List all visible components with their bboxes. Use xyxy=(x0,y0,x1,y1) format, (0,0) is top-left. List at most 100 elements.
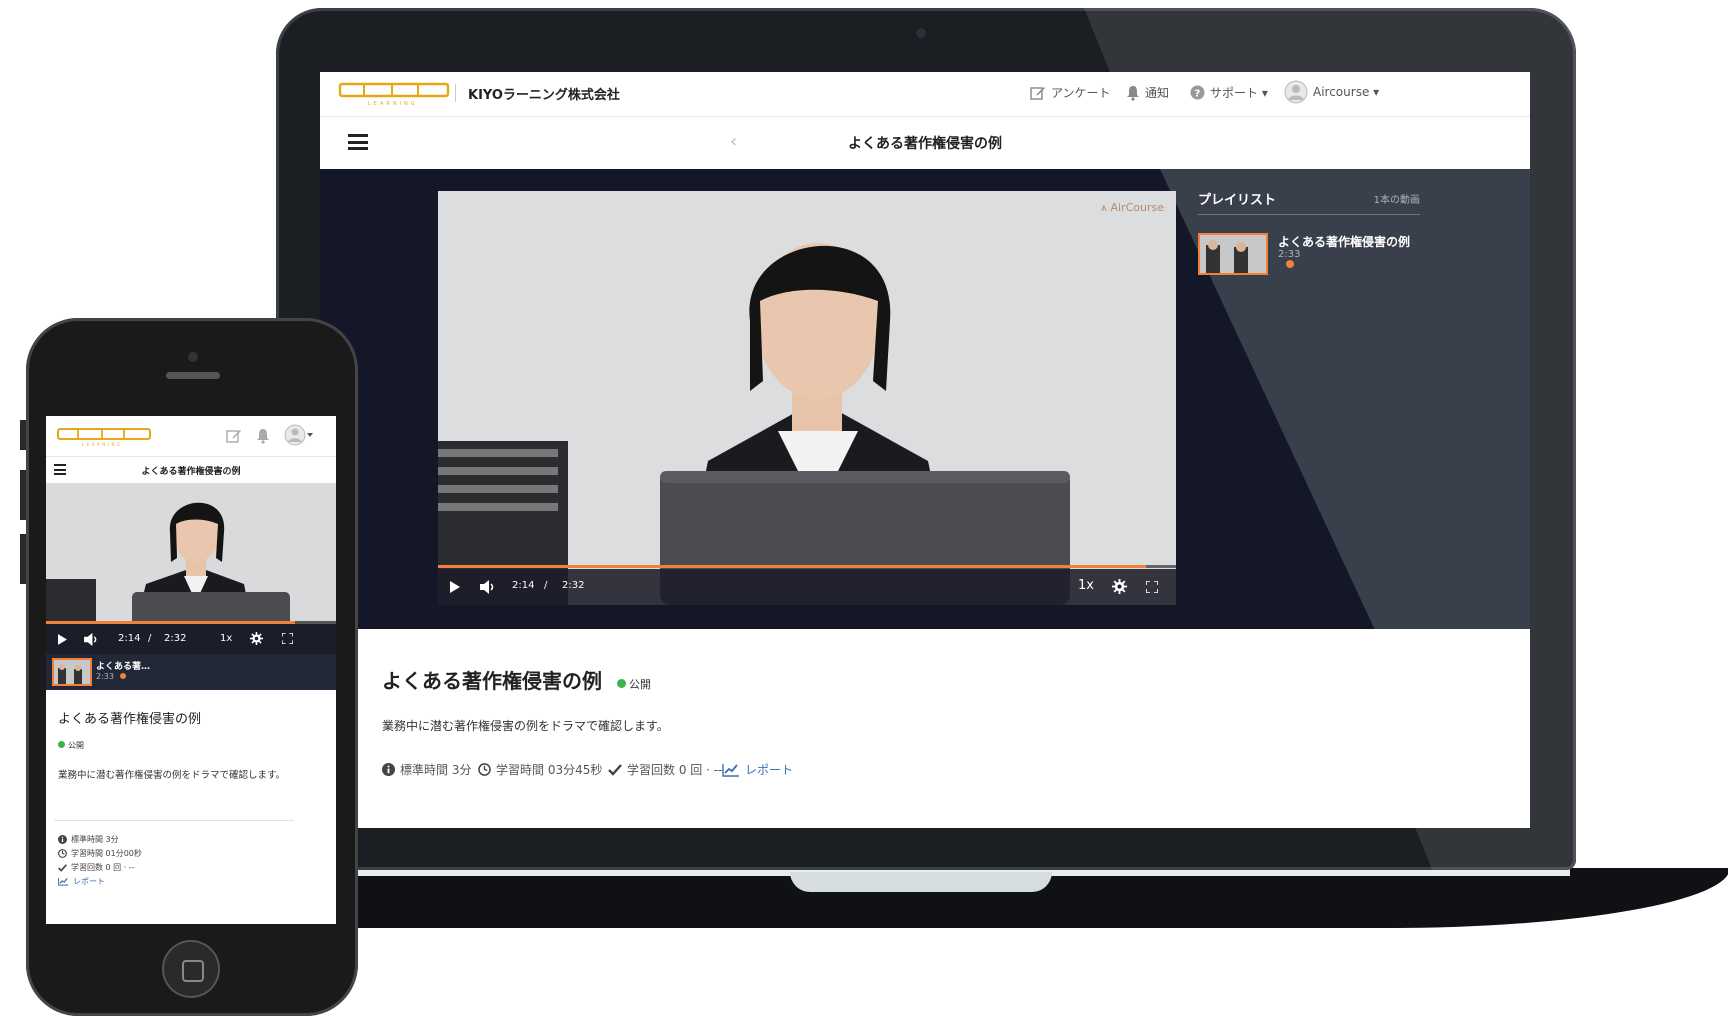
unwatched-dot xyxy=(1286,260,1294,268)
bell-icon[interactable] xyxy=(256,428,270,444)
info-icon xyxy=(58,835,67,844)
phone-header: LEARNING xyxy=(46,416,336,457)
status-dot xyxy=(616,679,626,688)
fullscreen-icon[interactable] xyxy=(282,633,293,644)
phone-lecture-content: よくある著作権侵害の例 公開 業務中に潜む著作権侵害の例をドラマで確認します。 … xyxy=(46,690,336,924)
svg-text:LEARNING: LEARNING xyxy=(82,442,123,447)
chart-line-icon xyxy=(722,763,739,777)
phone-lecture-title: よくある著作権侵害の例 xyxy=(141,467,241,477)
phone-camera xyxy=(188,352,198,362)
settings-gear-icon[interactable] xyxy=(1112,579,1127,594)
phone-video-player[interactable] xyxy=(46,484,336,624)
video-frame-illustration xyxy=(46,484,336,624)
playlist-thumbnail xyxy=(1198,233,1268,275)
video-frame-illustration xyxy=(438,191,1176,605)
phone-content-description: 業務中に潜む著作権侵害の例をドラマで確認します。 xyxy=(58,770,286,781)
nav-notifications[interactable]: 通知 xyxy=(1126,84,1169,101)
phone-screen: LEARNING よくある著作権侵害の例 2:14 / 2:32 1x よくある… xyxy=(46,416,336,924)
laptop-camera xyxy=(916,28,926,38)
report-link[interactable]: レポート xyxy=(722,761,793,778)
company-name: KIYOラーニング株式会社 xyxy=(468,88,620,103)
kiyo-learning-logo[interactable]: LEARNING xyxy=(338,80,454,108)
phone-video-controls: 2:14 / 2:32 1x xyxy=(46,624,336,654)
content-title: よくある著作権侵害の例 公開 xyxy=(382,669,651,693)
phone-current-time: 2:14 xyxy=(118,633,141,644)
bell-icon xyxy=(1127,85,1139,101)
play-icon[interactable] xyxy=(58,634,67,645)
clock-icon xyxy=(58,849,67,858)
edit-icon xyxy=(1030,86,1045,100)
nav-survey-label: アンケート xyxy=(1051,86,1111,100)
clock-icon xyxy=(478,763,491,776)
phone-status-badge: 公開 xyxy=(58,740,84,751)
help-icon: ? xyxy=(1190,85,1205,100)
meta-study-count: 学習回数 0 回 · -- xyxy=(608,761,722,778)
svg-text:LEARNING: LEARNING xyxy=(368,101,418,107)
info-icon xyxy=(382,763,395,776)
phone-lecture-navbar: よくある著作権侵害の例 xyxy=(46,457,336,484)
phone-time-separator: / xyxy=(148,633,152,644)
lecture-content: よくある著作権侵害の例 公開 業務中に潜む著作権侵害の例をドラマで確認します。 … xyxy=(320,629,1530,828)
laptop-screen: LEARNING KIYOラーニング株式会社 アンケート 通知 ? サポート ▾ xyxy=(320,72,1530,828)
settings-gear-icon[interactable] xyxy=(250,632,263,645)
player-area: ⩚ AirCourse 2:14 / 2:32 1x プレイリスト 1本の動画 … xyxy=(320,169,1530,629)
video-watermark: ⩚ AirCourse xyxy=(1100,201,1164,214)
phone-playlist-item-name: よくある著… xyxy=(96,662,151,672)
top-header: LEARNING KIYOラーニング株式会社 アンケート 通知 ? サポート ▾ xyxy=(320,72,1530,117)
laptop-notch xyxy=(790,872,1052,892)
playlist-item-duration: 2:33 xyxy=(1278,249,1300,271)
phone-playlist-item-duration: 2:33 xyxy=(96,672,126,681)
phone-content-title: よくある著作権侵害の例 xyxy=(58,712,202,727)
play-icon[interactable] xyxy=(450,581,460,593)
nav-account[interactable]: Aircourse ▾ xyxy=(1284,80,1379,104)
playback-speed-button[interactable]: 1x xyxy=(1078,578,1094,593)
time-separator: / xyxy=(544,580,548,591)
next-lecture-icon[interactable]: › xyxy=(932,131,939,152)
check-icon xyxy=(58,863,67,872)
meta-study-time: 学習時間 03分45秒 xyxy=(478,761,602,778)
user-avatar-icon[interactable] xyxy=(284,424,314,446)
current-time: 2:14 xyxy=(512,580,535,591)
volume-icon[interactable] xyxy=(480,580,496,594)
nav-survey[interactable]: アンケート xyxy=(1030,84,1111,101)
status-dot xyxy=(58,741,65,748)
lecture-title: よくある著作権侵害の例 xyxy=(848,136,1002,152)
unwatched-dot xyxy=(119,673,126,679)
playlist-header: プレイリスト 1本の動画 xyxy=(1198,189,1420,215)
phone-meta-study-time: 学習時間 01分00秒 xyxy=(58,848,142,859)
phone-meta-standard-time: 標準時間 3分 xyxy=(58,834,119,845)
playlist-item[interactable]: よくある著作権侵害の例 2:33 xyxy=(1198,233,1410,275)
phone-report-link[interactable]: レポート xyxy=(58,876,105,887)
video-player[interactable]: ⩚ AirCourse xyxy=(438,191,1176,605)
phone-meta-study-count: 学習回数 0 回 · -- xyxy=(58,862,135,873)
volume-icon[interactable] xyxy=(84,633,99,646)
nav-support[interactable]: ? サポート ▾ xyxy=(1190,84,1268,101)
video-controls: 2:14 / 2:32 1x xyxy=(438,569,1176,605)
playlist-thumbnail xyxy=(52,658,92,686)
playlist-item-name: よくある著作権侵害の例 xyxy=(1278,235,1411,249)
nav-support-label: サポート ▾ xyxy=(1210,86,1268,100)
svg-text:?: ? xyxy=(1195,89,1201,100)
video-progress-fill xyxy=(438,565,1147,568)
header-divider xyxy=(455,84,456,102)
kiyo-learning-logo[interactable]: LEARNING xyxy=(56,426,154,448)
user-avatar-icon xyxy=(1284,80,1308,104)
phone-divider xyxy=(54,820,294,821)
phone-home-square-icon xyxy=(182,960,204,982)
phone-speed-button[interactable]: 1x xyxy=(220,633,232,644)
lecture-navbar: ‹ よくある著作権侵害の例 › xyxy=(320,117,1530,170)
phone-playlist-item[interactable]: よくある著… 2:33 xyxy=(46,654,336,690)
content-description: 業務中に潜む著作権侵害の例をドラマで確認します。 xyxy=(382,719,669,733)
nav-account-label: Aircourse ▾ xyxy=(1313,85,1380,99)
fullscreen-icon[interactable] xyxy=(1146,581,1158,593)
phone-duration: 2:32 xyxy=(164,633,187,644)
edit-icon[interactable] xyxy=(226,428,242,444)
duration: 2:32 xyxy=(562,580,585,591)
check-icon xyxy=(608,763,622,776)
status-badge: 公開 xyxy=(616,678,651,691)
chart-line-icon xyxy=(58,877,69,886)
meta-standard-time: 標準時間 3分 xyxy=(382,761,471,778)
nav-notifications-label: 通知 xyxy=(1145,86,1170,100)
playlist-count: 1本の動画 xyxy=(1373,195,1420,206)
phone-speaker xyxy=(166,372,220,379)
